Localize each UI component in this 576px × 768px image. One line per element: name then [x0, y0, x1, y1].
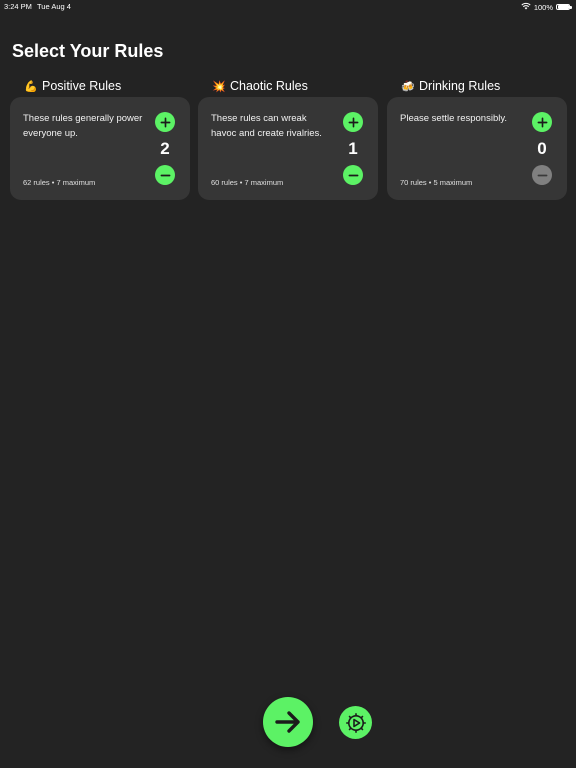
- wifi-icon: [521, 2, 531, 12]
- category-title: Positive Rules: [42, 79, 122, 93]
- category-title: Drinking Rules: [419, 79, 501, 93]
- category-title: Chaotic Rules: [230, 79, 308, 93]
- status-time: 3:24 PM: [4, 2, 32, 11]
- category-header: 💥 Chaotic Rules: [198, 77, 378, 95]
- category-header: 💪 Positive Rules: [10, 77, 190, 95]
- card-description: These rules can wreak havoc and create r…: [211, 113, 322, 139]
- card-description: These rules generally power everyone up.: [23, 113, 143, 139]
- next-button[interactable]: [263, 697, 313, 747]
- decrement-button[interactable]: [532, 165, 552, 185]
- increment-button[interactable]: [343, 112, 363, 132]
- minus-icon: [348, 174, 358, 176]
- card-meta: 70 rules • 5 maximum: [400, 178, 473, 187]
- card-description: Please settle responsibly.: [400, 113, 508, 124]
- status-date: Tue Aug 4: [37, 2, 71, 11]
- gear-play-icon: [345, 712, 366, 733]
- rule-category-chaotic: 💥 Chaotic Rules These rules can wreak ha…: [198, 77, 378, 200]
- plus-icon: [537, 117, 547, 127]
- flexed-biceps-icon: 💪: [24, 80, 38, 93]
- rule-card: These rules generally power everyone up.…: [10, 97, 190, 200]
- plus-icon: [160, 117, 170, 127]
- increment-button[interactable]: [532, 112, 552, 132]
- card-meta: 62 rules • 7 maximum: [23, 178, 96, 187]
- battery-icon: [556, 3, 572, 11]
- rule-count: 0: [537, 139, 547, 158]
- rule-card: Please settle responsibly. 0 70 rules • …: [387, 97, 567, 200]
- rule-count: 1: [348, 139, 358, 158]
- page-title: Select Your Rules: [12, 41, 164, 61]
- plus-icon: [348, 117, 358, 127]
- rule-category-positive: 💪 Positive Rules These rules generally p…: [10, 77, 190, 200]
- status-bar: 3:24 PM Tue Aug 4 100%: [0, 0, 576, 14]
- minus-icon: [160, 174, 170, 176]
- decrement-button[interactable]: [155, 165, 175, 185]
- battery-percent: 100%: [533, 2, 553, 12]
- rule-card: These rules can wreak havoc and create r…: [198, 97, 378, 200]
- rule-category-drinking: 🍻 Drinking Rules Please settle responsib…: [387, 77, 567, 200]
- collision-icon: 💥: [212, 80, 226, 93]
- clinking-mugs-icon: 🍻: [401, 80, 415, 93]
- arrow-right-icon: [275, 711, 300, 733]
- increment-button[interactable]: [155, 112, 175, 132]
- status-indicators: 100%: [521, 2, 572, 12]
- rule-count: 2: [160, 139, 170, 158]
- battery-level: [557, 5, 569, 9]
- minus-icon: [537, 174, 547, 176]
- settings-button[interactable]: [339, 706, 372, 739]
- category-header: 🍻 Drinking Rules: [387, 77, 567, 95]
- card-meta: 60 rules • 7 maximum: [211, 178, 284, 187]
- decrement-button[interactable]: [343, 165, 363, 185]
